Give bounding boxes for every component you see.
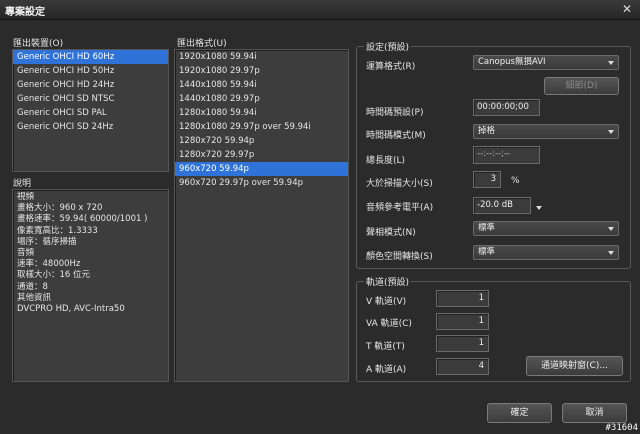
output-format-item[interactable]: 960x720 29.97p over 59.94p (175, 176, 348, 190)
t-track-label: T 軌道(T) (366, 342, 405, 352)
field-mode-label: 聲相模式(N) (366, 228, 416, 238)
chevron-down-icon (608, 130, 614, 134)
cancel-button[interactable]: 取消 (562, 403, 627, 423)
chevron-down-icon (608, 61, 614, 65)
render-format-label: 運算格式(R) (366, 62, 416, 72)
close-icon[interactable]: ✕ (620, 2, 634, 16)
chevron-down-icon[interactable] (536, 206, 542, 210)
total-length-field[interactable]: --:--:--;-- (473, 146, 540, 164)
timecode-mode-label: 時間碼模式(M) (366, 131, 426, 141)
output-device-item[interactable]: Generic OHCI SD PAL (13, 106, 168, 120)
timecode-preset-label: 時間碼預設(P) (366, 108, 424, 118)
watermark-label: #31604 (605, 423, 638, 433)
description-line: 音頻 (17, 247, 35, 258)
output-device-item[interactable]: Generic OHCI HD 24Hz (13, 78, 168, 92)
output-device-list[interactable]: Generic OHCI HD 60Hz Generic OHCI HD 50Hz… (12, 49, 169, 172)
color-space-select[interactable]: 標準 (473, 245, 619, 260)
description-line: DVCPRO HD, AVC-Intra50 (17, 303, 125, 314)
output-format-label: 匯出格式(U) (177, 39, 227, 49)
window-title: 專案設定 (5, 7, 45, 18)
render-format-value: Canopus無損AVI (478, 57, 546, 67)
output-format-item[interactable]: 1280x720 59.94p (175, 134, 348, 148)
description-line: 視頻 (17, 192, 35, 202)
color-space-value: 標準 (478, 247, 496, 257)
description-label: 說明 (13, 179, 32, 189)
va-track-field[interactable]: 1 (436, 313, 489, 330)
output-format-item[interactable]: 1280x1080 59.94i (175, 106, 348, 120)
field-mode-value: 標準 (478, 223, 496, 233)
output-format-list[interactable]: 1920x1080 59.94i 1920x1080 29.97p 1440x108… (174, 49, 349, 382)
output-format-item[interactable]: 1920x1080 29.97p (175, 64, 348, 78)
output-device-item[interactable]: Generic OHCI SD NTSC (13, 92, 168, 106)
overscan-label: 大於掃描大小(S) (366, 179, 433, 189)
timecode-mode-select[interactable]: 掉格 (473, 124, 619, 139)
output-device-item[interactable]: Generic OHCI HD 50Hz (13, 64, 168, 78)
audio-ref-level-field[interactable]: -20.0 dB (473, 197, 531, 214)
description-line: 其他資訊 (17, 292, 52, 303)
description-line: 通道：8 (17, 281, 48, 292)
total-length-label: 總長度(L) (366, 156, 406, 166)
v-track-field[interactable]: 1 (436, 290, 489, 307)
output-device-item[interactable]: Generic OHCI SD 24Hz (13, 120, 168, 134)
field-mode-select[interactable]: 標準 (473, 221, 619, 236)
render-format-select[interactable]: Canopus無損AVI (473, 55, 619, 70)
output-format-item[interactable]: 1440x1080 29.97p (175, 92, 348, 106)
channel-mapping-button[interactable]: 通道映射窗(C)... (526, 356, 623, 376)
description-line: 像素寬高比：1.3333 (17, 225, 98, 236)
description-line: 速率：48000Hz (17, 259, 81, 270)
output-format-item[interactable]: 960x720 59.94p (175, 162, 348, 176)
v-track-label: V 軌道(V) (366, 297, 407, 307)
output-format-item[interactable]: 1920x1080 59.94i (175, 50, 348, 64)
output-device-label: 匯出裝置(O) (13, 39, 64, 49)
timecode-preset-field[interactable]: 00:00:00;00 (473, 99, 540, 116)
tracks-group-title: 軌道(預設) (364, 275, 412, 288)
description-line: 畫格速率：59.94( 60000/1001 ) (17, 214, 148, 225)
description-line: 取樣大小：16 位元 (17, 270, 91, 281)
audio-ref-level-label: 音頻參考電平(A) (366, 203, 434, 213)
va-track-label: VA 軌道(C) (366, 319, 412, 329)
settings-group-title: 設定(預設) (364, 40, 412, 53)
overscan-field[interactable]: 3 (473, 171, 501, 188)
title-bar: 專案設定 ✕ (0, 0, 640, 20)
description-line: 畫格大小：960 x 720 (17, 203, 103, 214)
output-format-item[interactable]: 1280x720 29.97p (175, 148, 348, 162)
output-format-item[interactable]: 1440x1080 59.94i (175, 78, 348, 92)
a-track-label: A 軌道(A) (366, 365, 407, 375)
timecode-mode-value: 掉格 (478, 126, 496, 136)
detail-button[interactable]: 細節(D) (544, 77, 619, 95)
description-box: 視頻 畫格大小：960 x 720 畫格速率：59.94( 60000/1001 )… (12, 189, 169, 382)
description-line: 場序：循序掃描 (17, 236, 77, 247)
overscan-unit: % (511, 176, 520, 186)
t-track-field[interactable]: 1 (436, 335, 489, 352)
ok-button[interactable]: 確定 (487, 403, 552, 423)
color-space-label: 顏色空間轉換(S) (366, 252, 433, 262)
chevron-down-icon (608, 227, 614, 231)
output-device-item[interactable]: Generic OHCI HD 60Hz (13, 50, 168, 64)
chevron-down-icon (608, 251, 614, 255)
a-track-field[interactable]: 4 (436, 358, 489, 375)
output-format-item[interactable]: 1280x1080 29.97p over 59.94i (175, 120, 348, 134)
